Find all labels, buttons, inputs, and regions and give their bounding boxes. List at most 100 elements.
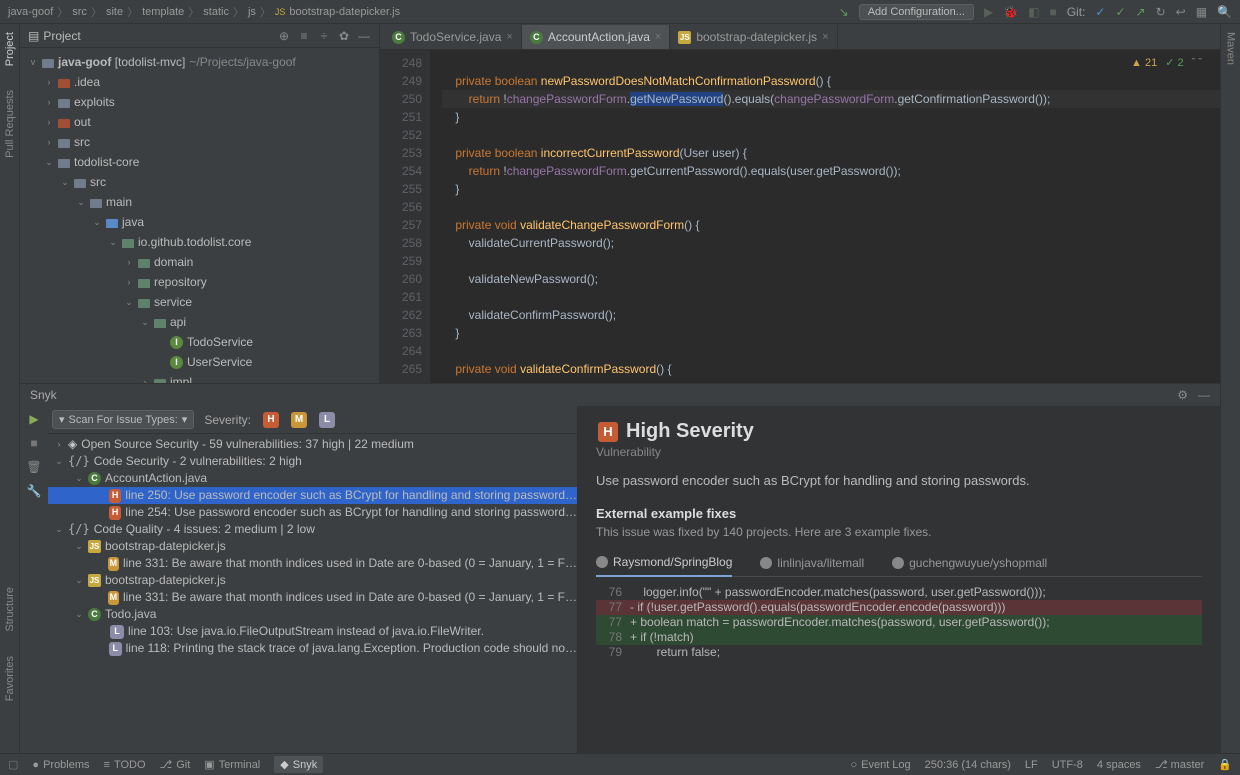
- hammer-icon[interactable]: ↘: [839, 5, 849, 19]
- breadcrumb-item[interactable]: template: [142, 6, 184, 18]
- editor-tabs: CTodoService.java×CAccountAction.java×JS…: [380, 24, 1220, 50]
- snyk-detail: H High Severity Vulnerability Use passwo…: [578, 406, 1220, 753]
- tab-git[interactable]: ⎇ Git: [160, 758, 191, 771]
- tree-node[interactable]: ITodoService: [20, 332, 379, 352]
- breadcrumb-item[interactable]: src: [72, 6, 87, 18]
- tab-todo[interactable]: ≡ TODO: [104, 759, 146, 771]
- github-icon: [892, 557, 904, 569]
- issue-row[interactable]: ⌄JSbootstrap-datepicker.js: [48, 538, 577, 555]
- breadcrumb-item[interactable]: bootstrap-datepicker.js: [289, 6, 400, 18]
- issue-row[interactable]: Mline 331: Be aware that month indices u…: [48, 589, 577, 606]
- issue-row[interactable]: ›◈Open Source Security - 59 vulnerabilit…: [48, 436, 577, 453]
- strip-pull-requests[interactable]: Pull Requests: [4, 90, 16, 158]
- snyk-toolbar: ▾ Scan For Issue Types: ▾ Severity: H M …: [48, 406, 577, 434]
- caret-position[interactable]: 250:36 (14 chars): [925, 759, 1011, 771]
- strip-structure[interactable]: Structure: [4, 587, 16, 632]
- ide-icon[interactable]: ▦: [1196, 5, 1207, 19]
- rollback-icon[interactable]: ↩: [1176, 5, 1186, 19]
- tree-node[interactable]: ⌄service: [20, 292, 379, 312]
- issue-row[interactable]: Hline 254: Use password encoder such as …: [48, 504, 577, 521]
- collapse-icon[interactable]: ÷: [317, 29, 331, 43]
- fix-tab[interactable]: Raysmond/SpringBlog: [596, 551, 732, 577]
- strip-project[interactable]: Project: [4, 32, 16, 66]
- tab-snyk[interactable]: ◆ Snyk: [274, 756, 323, 773]
- gear-icon[interactable]: ⚙: [1177, 388, 1188, 402]
- hide-panel-icon[interactable]: —: [1198, 388, 1210, 402]
- issue-row[interactable]: Hline 250: Use password encoder such as …: [48, 487, 577, 504]
- coverage-icon[interactable]: ◧: [1028, 5, 1039, 19]
- breadcrumb-item[interactable]: site: [106, 6, 123, 18]
- filter-icon: ▾: [59, 413, 65, 426]
- lock-icon[interactable]: 🔒: [1218, 758, 1232, 771]
- strip-favorites[interactable]: Favorites: [4, 656, 16, 701]
- issue-row[interactable]: Lline 103: Use java.io.FileOutputStream …: [48, 623, 577, 640]
- stop-icon[interactable]: ■: [1049, 5, 1056, 19]
- editor-tab[interactable]: CAccountAction.java×: [522, 25, 671, 49]
- diff-view: 76 logger.info("" + passwordEncoder.matc…: [596, 585, 1202, 660]
- debug-icon[interactable]: 🐞: [1003, 5, 1018, 19]
- strip-maven[interactable]: Maven: [1225, 32, 1237, 65]
- issue-row[interactable]: ⌄JSbootstrap-datepicker.js: [48, 572, 577, 589]
- tree-root[interactable]: v java-goof [todolist-mvc] ~/Projects/ja…: [20, 52, 379, 72]
- git-branch[interactable]: ⎇ master: [1155, 758, 1204, 771]
- editor-tab[interactable]: JSbootstrap-datepicker.js×: [670, 25, 837, 49]
- editor-tab[interactable]: CTodoService.java×: [384, 25, 522, 49]
- issue-row[interactable]: ⌄{/}Code Quality - 4 issues: 2 medium | …: [48, 521, 577, 538]
- clear-icon[interactable]: 🗑: [26, 460, 41, 474]
- encoding[interactable]: UTF-8: [1052, 759, 1083, 771]
- close-tab-icon[interactable]: ×: [822, 31, 828, 43]
- issue-row[interactable]: ⌄{/}Code Security - 2 vulnerabilities: 2…: [48, 453, 577, 470]
- issue-row[interactable]: Mline 331: Be aware that month indices u…: [48, 555, 577, 572]
- indent[interactable]: 4 spaces: [1097, 759, 1141, 771]
- tree-node[interactable]: ›exploits: [20, 92, 379, 112]
- tree-node[interactable]: ›out: [20, 112, 379, 132]
- tree-node[interactable]: ⌄todolist-core: [20, 152, 379, 172]
- issue-row[interactable]: Lline 118: Printing the stack trace of j…: [48, 640, 577, 657]
- git-push-icon[interactable]: ↗: [1136, 5, 1146, 19]
- breadcrumb-item[interactable]: java-goof: [8, 6, 53, 18]
- close-tab-icon[interactable]: ×: [655, 31, 661, 43]
- run-config-dropdown[interactable]: Add Configuration...: [859, 4, 974, 20]
- search-icon[interactable]: 🔍: [1217, 5, 1232, 19]
- scan-type-dropdown[interactable]: ▾ Scan For Issue Types: ▾: [52, 410, 194, 429]
- breadcrumb-item[interactable]: static: [203, 6, 229, 18]
- locate-icon[interactable]: ⊕: [277, 29, 291, 43]
- severity-medium-toggle[interactable]: M: [291, 412, 307, 428]
- fix-tab[interactable]: linlinjava/litemall: [760, 551, 864, 576]
- issue-row[interactable]: ⌄CAccountAction.java: [48, 470, 577, 487]
- stop-scan-icon[interactable]: ■: [30, 436, 37, 450]
- tree-node[interactable]: ⌄api: [20, 312, 379, 332]
- tree-node[interactable]: ›domain: [20, 252, 379, 272]
- close-tab-icon[interactable]: ×: [506, 31, 512, 43]
- toolwindow-icon[interactable]: ▢: [8, 758, 18, 771]
- breadcrumb-item[interactable]: js: [248, 6, 256, 18]
- git-commit-icon[interactable]: ✓: [1115, 5, 1125, 19]
- event-log[interactable]: ○ Event Log: [850, 759, 910, 771]
- issue-tree[interactable]: ›◈Open Source Security - 59 vulnerabilit…: [48, 434, 577, 753]
- severity-high-toggle[interactable]: H: [263, 412, 279, 428]
- tree-node[interactable]: ⌄java: [20, 212, 379, 232]
- expand-icon[interactable]: ≡: [297, 29, 311, 43]
- hide-icon[interactable]: —: [357, 29, 371, 43]
- wrench-icon[interactable]: 🔧: [27, 484, 42, 498]
- fix-tab[interactable]: guchengwuyue/yshopmall: [892, 551, 1047, 576]
- breadcrumb[interactable]: java-goof〉 src〉 site〉 template〉 static〉 …: [8, 4, 839, 20]
- tree-node[interactable]: ›src: [20, 132, 379, 152]
- run-scan-icon[interactable]: ▶: [29, 412, 38, 426]
- tree-node[interactable]: ›repository: [20, 272, 379, 292]
- issue-row[interactable]: ⌄CTodo.java: [48, 606, 577, 623]
- tab-problems[interactable]: ● Problems: [32, 759, 89, 771]
- tree-node[interactable]: IUserService: [20, 352, 379, 372]
- run-icon[interactable]: ▶: [984, 5, 993, 19]
- tree-node[interactable]: ⌄main: [20, 192, 379, 212]
- inspection-widget[interactable]: ▲ 21 ✓ 2 ˆ ˇ: [1131, 56, 1202, 69]
- git-update-icon[interactable]: ✓: [1095, 5, 1105, 19]
- tree-node[interactable]: ⌄src: [20, 172, 379, 192]
- tab-terminal[interactable]: ▣ Terminal: [204, 758, 260, 771]
- tree-node[interactable]: ⌄io.github.todolist.core: [20, 232, 379, 252]
- line-sep[interactable]: LF: [1025, 759, 1038, 771]
- tree-node[interactable]: ›.idea: [20, 72, 379, 92]
- history-icon[interactable]: ↻: [1156, 5, 1166, 19]
- severity-low-toggle[interactable]: L: [319, 412, 335, 428]
- settings-icon[interactable]: ✿: [337, 29, 351, 43]
